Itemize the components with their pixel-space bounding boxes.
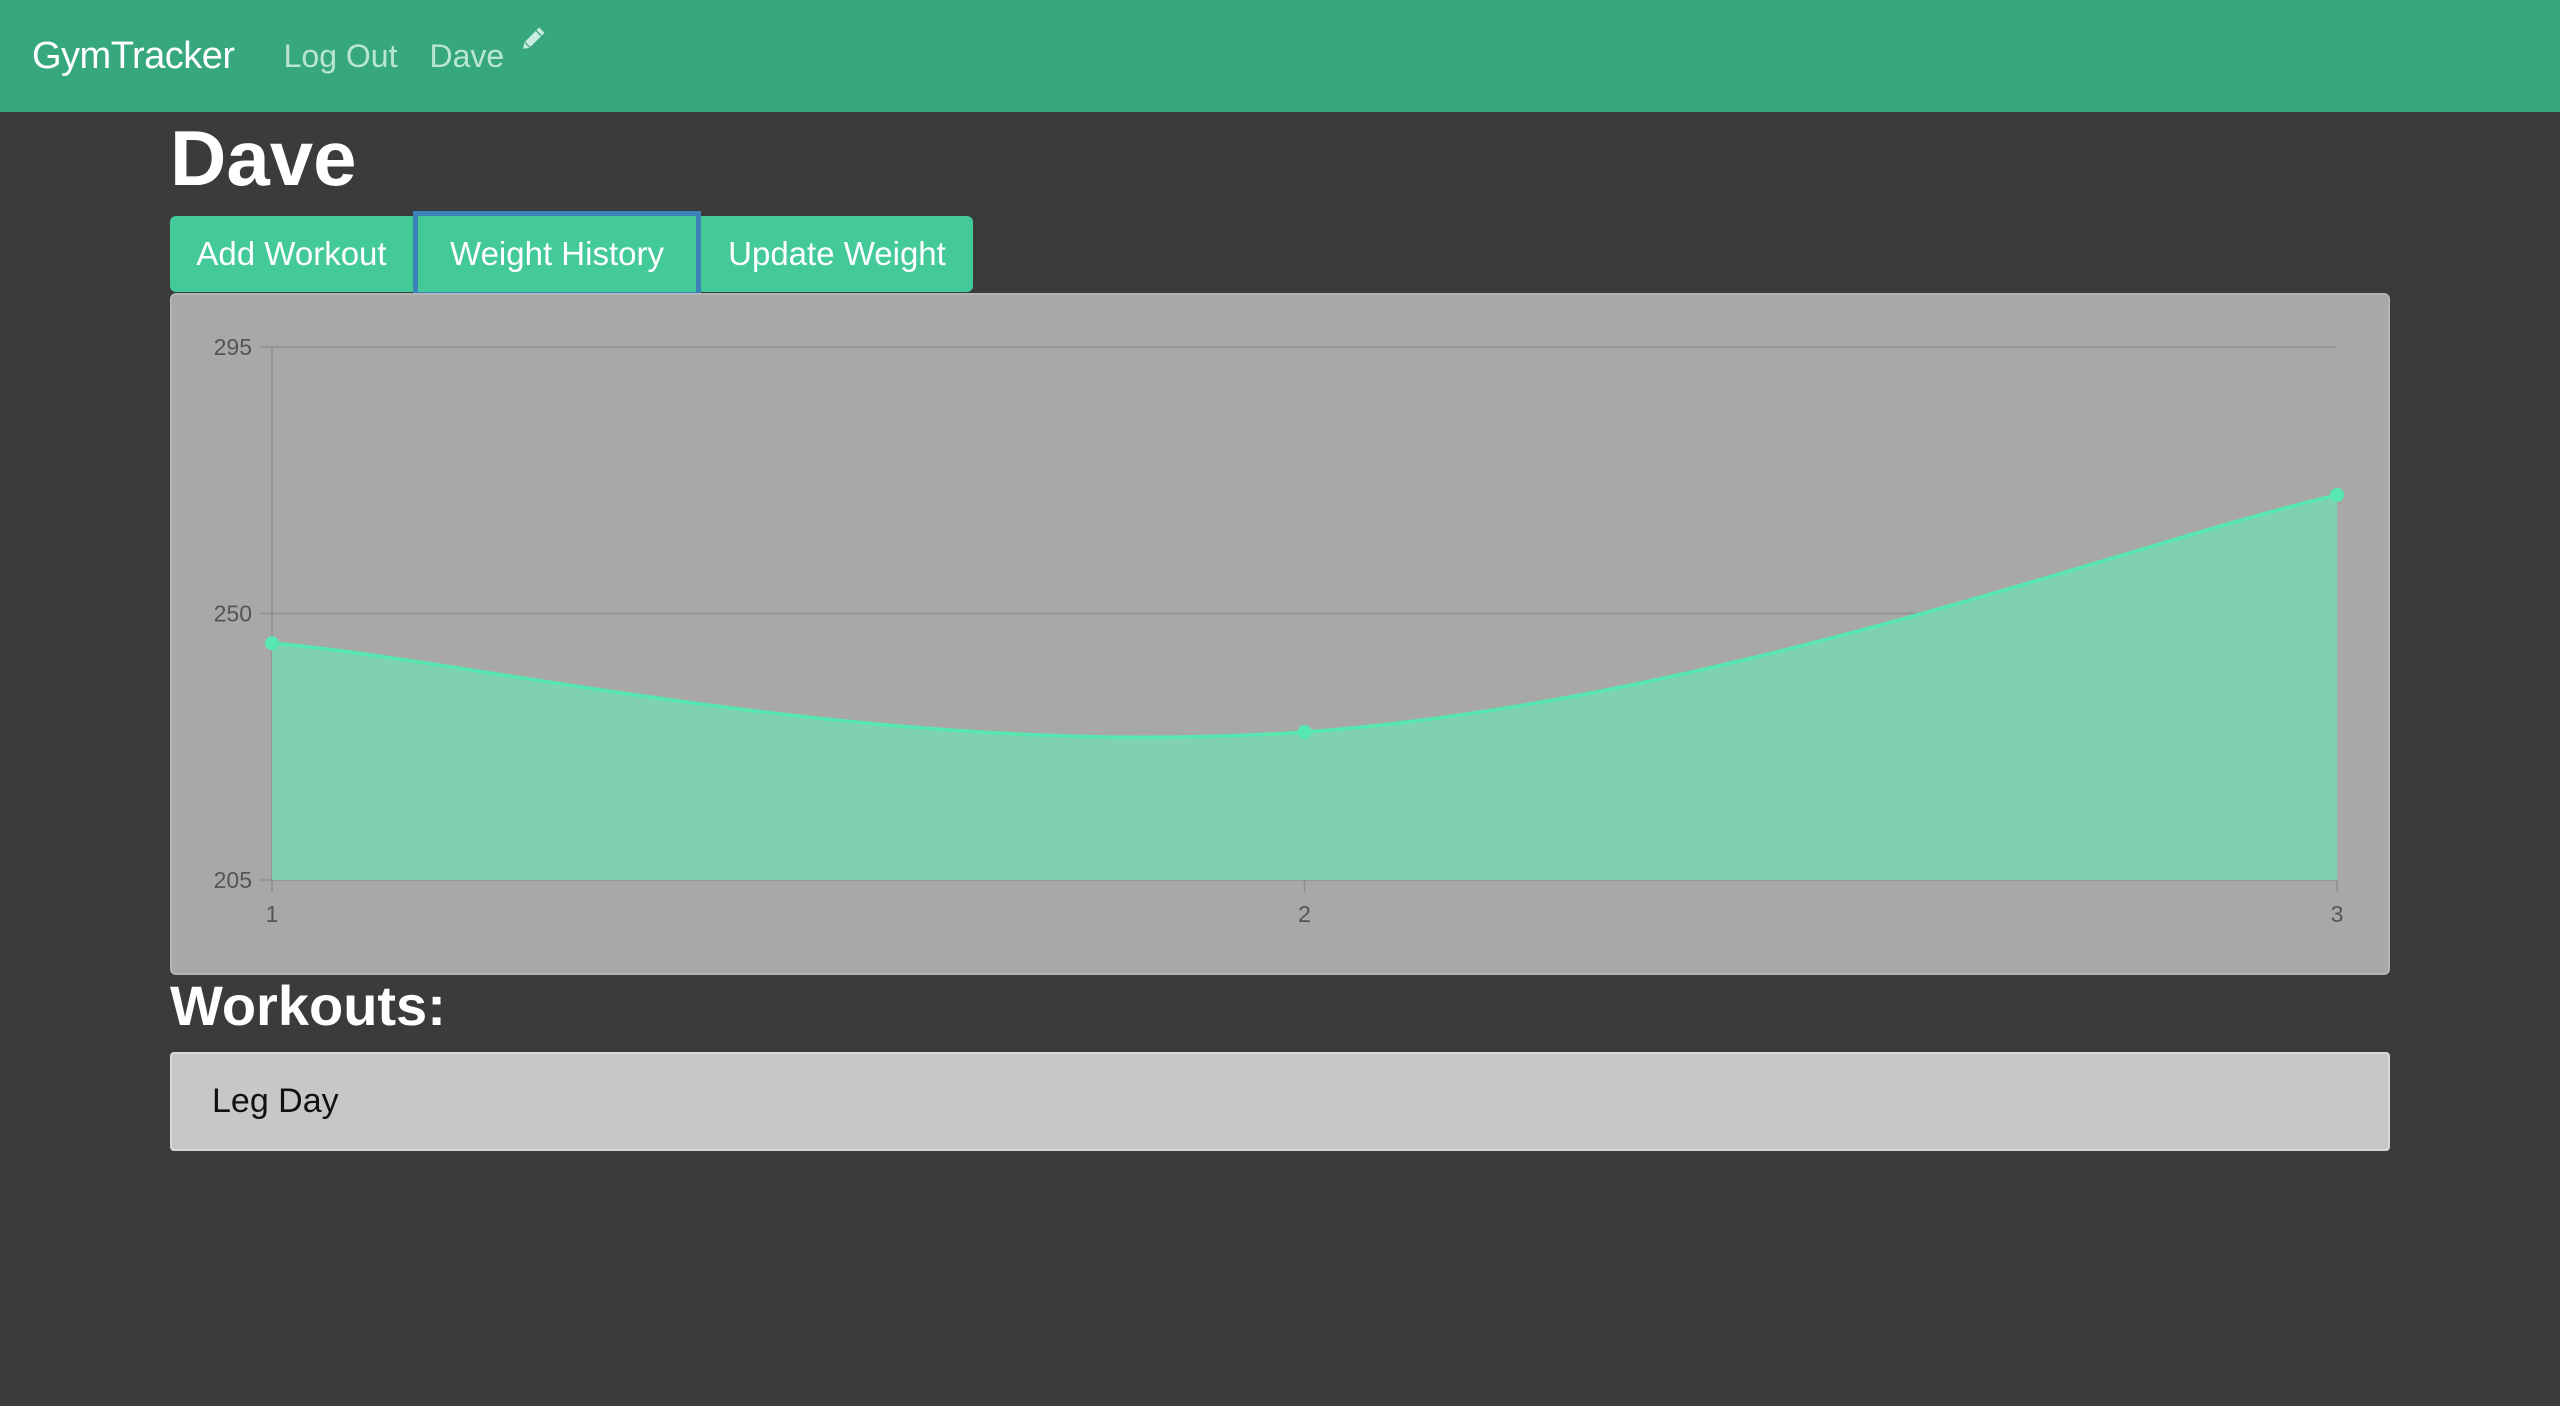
weight-chart-svg: 205 250 295 1 2 3 — [214, 334, 2344, 927]
y-tick-label: 295 — [214, 334, 252, 360]
weight-history-button[interactable]: Weight History — [413, 211, 701, 297]
brand-logo[interactable]: GymTracker — [32, 35, 235, 78]
action-button-group: Add Workout Weight History Update Weight — [170, 211, 973, 297]
add-workout-button[interactable]: Add Workout — [170, 216, 413, 292]
weight-data-point — [2330, 488, 2344, 503]
user-nav: Dave — [429, 27, 548, 75]
logout-link[interactable]: Log Out — [284, 38, 398, 75]
x-tick-label: 2 — [1298, 901, 1311, 927]
workouts-heading: Workouts: — [170, 974, 446, 1037]
weight-chart: 205 250 295 1 2 3 — [170, 293, 2390, 975]
workout-item[interactable]: Leg Day — [170, 1052, 2390, 1151]
y-tick-label: 250 — [214, 601, 252, 627]
page-title: Dave — [170, 114, 357, 202]
weight-data-point — [1297, 724, 1312, 739]
user-link[interactable]: Dave — [429, 38, 504, 75]
x-tick-label: 1 — [266, 901, 279, 927]
navbar: GymTracker Log Out Dave — [0, 0, 2560, 112]
weight-data-point — [265, 636, 279, 651]
update-weight-button[interactable]: Update Weight — [701, 216, 973, 292]
pencil-icon[interactable] — [518, 24, 548, 54]
x-tick-label: 3 — [2331, 901, 2344, 927]
y-tick-label: 205 — [214, 867, 252, 893]
